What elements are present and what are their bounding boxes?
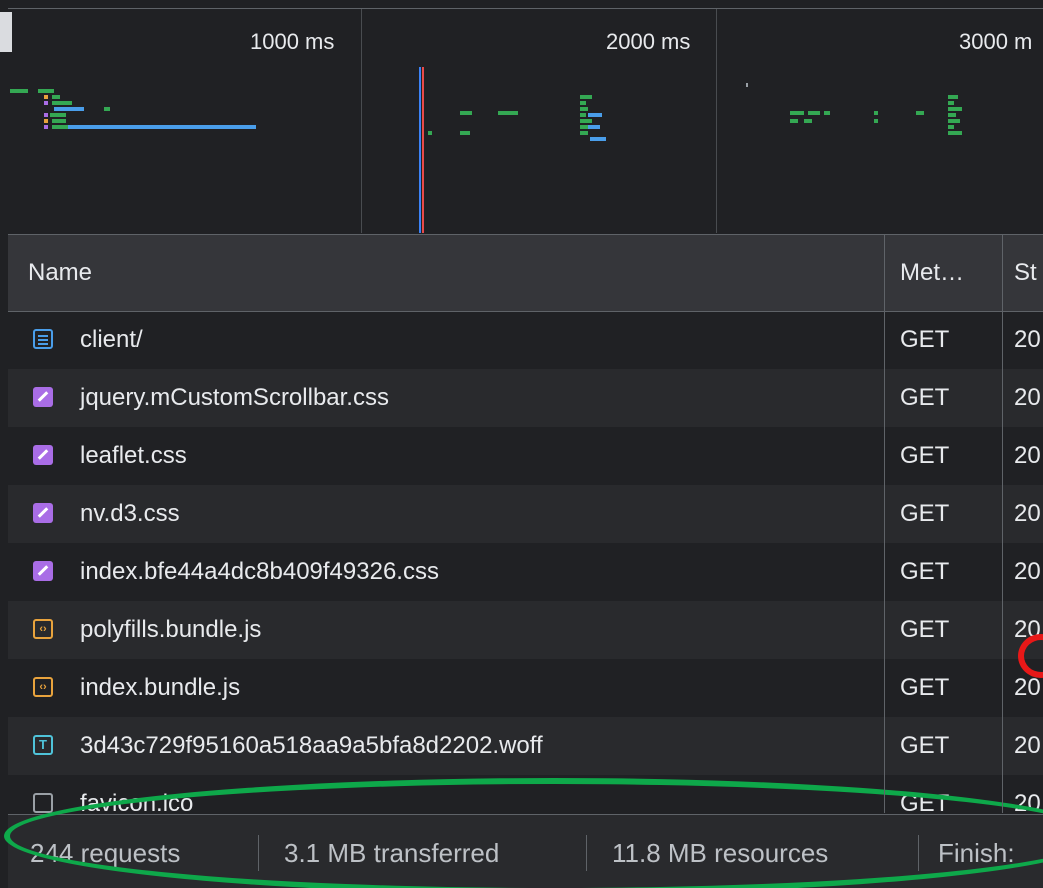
request-method: GET [900,616,950,643]
request-row[interactable]: ‹› index.bundle.js GET 20 [8,659,1043,717]
request-method: GET [900,558,950,585]
request-name: 3d43c729f95160a518aa9a5bfa8d2202.woff [80,732,543,759]
request-row[interactable]: ‹› polyfills.bundle.js GET 20 [8,601,1043,659]
requests-table-header: Name Met… St [8,234,1043,312]
stylesheet-icon [33,445,53,465]
overview-selection-handle[interactable] [0,12,12,52]
request-status: 20 [1014,442,1041,469]
document-icon [33,329,53,349]
request-name: index.bfe44a4dc8b409f49326.css [80,558,439,585]
dom-content-loaded-marker [419,67,421,233]
tick-label-2000: 2000 ms [606,29,691,54]
request-status: 20 [1014,558,1041,585]
column-divider [884,311,885,813]
request-row[interactable]: index.bfe44a4dc8b409f49326.css GET 20 [8,543,1043,601]
request-name: index.bundle.js [80,674,241,701]
request-status: 20 [1014,384,1041,411]
font-icon: T [33,735,53,755]
requests-table-body: client/ GET 20 jquery.mCustomScrollbar.c… [8,311,1043,813]
request-name: nv.d3.css [80,500,180,527]
request-name: client/ [80,326,143,353]
stylesheet-icon [33,387,53,407]
script-icon: ‹› [33,677,53,697]
request-row[interactable]: client/ GET 20 [8,311,1043,369]
stylesheet-icon [33,561,53,581]
network-overview-timeline[interactable]: 1000 ms 2000 ms 3000 m [8,8,1043,233]
column-divider[interactable] [884,235,885,311]
request-method: GET [900,384,950,411]
column-divider[interactable] [1002,235,1003,311]
load-event-marker [422,67,424,233]
request-row[interactable]: T 3d43c729f95160a518aa9a5bfa8d2202.woff … [8,717,1043,775]
request-row[interactable]: nv.d3.css GET 20 [8,485,1043,543]
tick-label-3000: 3000 m [959,29,1033,54]
request-method: GET [900,442,950,469]
request-name: leaflet.css [80,442,187,469]
overview-grid-line [361,9,362,233]
request-row[interactable]: jquery.mCustomScrollbar.css GET 20 [8,369,1043,427]
tick-label-1000: 1000 ms [250,29,335,54]
column-divider [1002,311,1003,813]
network-panel: 1000 ms 2000 ms 3000 m Name Met… St clie… [0,0,1043,888]
file-icon [33,793,53,813]
stylesheet-icon [33,503,53,523]
request-name: jquery.mCustomScrollbar.css [80,384,389,411]
request-name: polyfills.bundle.js [80,616,262,643]
request-method: GET [900,500,950,527]
request-row[interactable]: leaflet.css GET 20 [8,427,1043,485]
overview-grid-line [716,9,717,233]
column-header-method[interactable]: Met… [900,235,1000,311]
request-status: 20 [1014,732,1041,759]
request-method: GET [900,326,950,353]
request-status: 20 [1014,500,1041,527]
request-method: GET [900,674,950,701]
request-method: GET [900,732,950,759]
script-icon: ‹› [33,619,53,639]
column-header-status[interactable]: St [1014,235,1043,311]
highlight-ellipse-annotation [4,778,1043,888]
column-header-name[interactable]: Name [28,235,92,311]
request-status: 20 [1014,326,1041,353]
